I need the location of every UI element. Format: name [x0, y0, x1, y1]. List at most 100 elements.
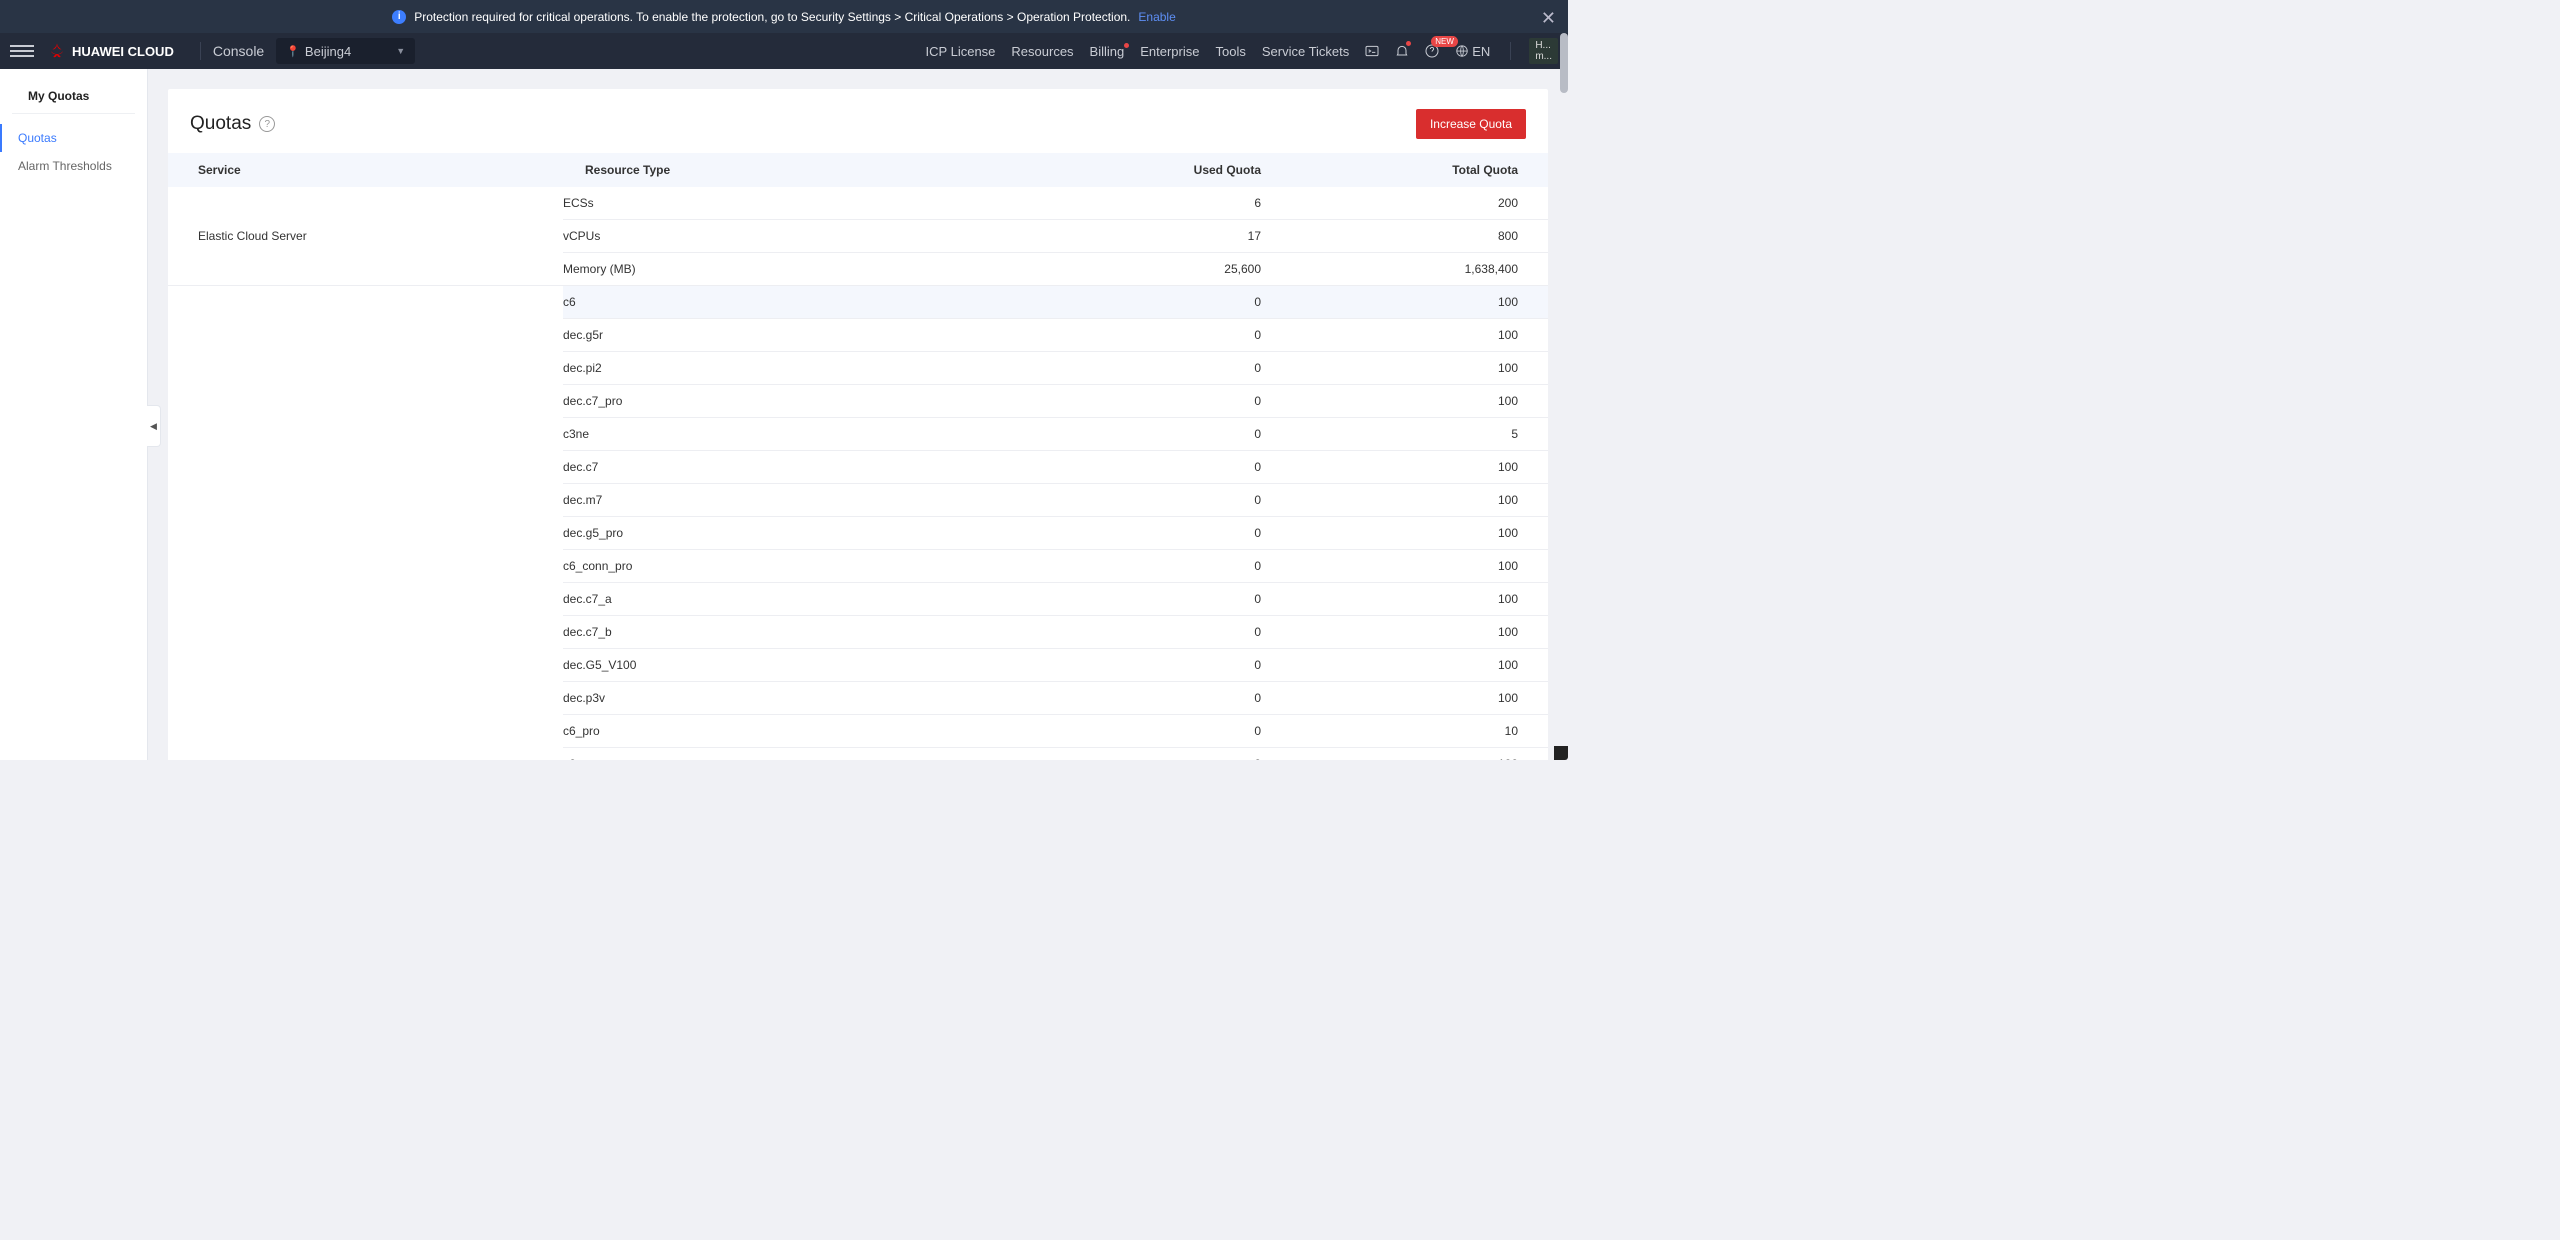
- table-row[interactable]: dec.m70100: [563, 484, 1548, 517]
- scrollbar-thumb[interactable]: [1560, 33, 1568, 93]
- table-row[interactable]: dec.c7_pro0100: [563, 385, 1548, 418]
- nav-resources[interactable]: Resources: [1011, 44, 1073, 59]
- service-cell: Elastic Cloud Server: [168, 187, 563, 285]
- user-menu[interactable]: H... m...: [1529, 38, 1558, 64]
- cell-total: 100: [1261, 385, 1526, 417]
- cell-used: 0: [1043, 550, 1261, 582]
- close-icon[interactable]: ✕: [1541, 8, 1556, 29]
- region-name: Beijing4: [305, 44, 351, 59]
- cell-total: 100: [1261, 649, 1526, 681]
- cell-resource: dec.p3v: [563, 682, 1043, 714]
- service-cell: [168, 286, 563, 760]
- cell-resource: dec.G5_V100: [563, 649, 1043, 681]
- table-row[interactable]: dec.c7_b0100: [563, 616, 1548, 649]
- cell-used: 0: [1043, 715, 1261, 747]
- cell-resource: c6_conn_pro: [563, 550, 1043, 582]
- cell-resource: dec.pi2: [563, 352, 1043, 384]
- table-row[interactable]: dec.c70100: [563, 451, 1548, 484]
- nav-billing[interactable]: Billing: [1090, 44, 1125, 59]
- cell-used: 0: [1043, 583, 1261, 615]
- table-group: c60100dec.g5r0100dec.pi20100dec.c7_pro01…: [168, 286, 1548, 760]
- nav-tools[interactable]: Tools: [1215, 44, 1245, 59]
- sidebar-item-alarm-thresholds[interactable]: Alarm Thresholds: [0, 152, 147, 180]
- table-row[interactable]: dec.G5_V1000100: [563, 649, 1548, 682]
- new-badge: NEW: [1431, 36, 1458, 47]
- help-icon[interactable]: NEW: [1423, 42, 1441, 60]
- nav-icp-license[interactable]: ICP License: [926, 44, 996, 59]
- cell-resource: dec.m7: [563, 484, 1043, 516]
- col-resource: Resource Type: [585, 153, 1065, 187]
- cell-total: 100: [1261, 286, 1526, 318]
- divider: [1510, 42, 1511, 60]
- cell-used: 0: [1043, 286, 1261, 318]
- cell-total: 10: [1261, 715, 1526, 747]
- globe-icon: [1455, 44, 1469, 58]
- notification-text: Protection required for critical operati…: [414, 10, 1130, 24]
- chevron-down-icon: ▼: [396, 46, 405, 56]
- cell-used: 6: [1043, 187, 1261, 219]
- table-header: Service Resource Type Used Quota Total Q…: [168, 153, 1548, 187]
- notification-enable-link[interactable]: Enable: [1138, 10, 1175, 24]
- table-row[interactable]: dec.pi20100: [563, 352, 1548, 385]
- cell-used: 0: [1043, 319, 1261, 351]
- cell-resource: Memory (MB): [563, 253, 1043, 285]
- cell-total: 100: [1261, 616, 1526, 648]
- divider: [200, 42, 201, 60]
- cell-total: 100: [1261, 484, 1526, 516]
- help-circle-icon[interactable]: ?: [259, 116, 275, 132]
- table-row[interactable]: dec.c7_a0100: [563, 583, 1548, 616]
- cell-total: 100: [1261, 550, 1526, 582]
- col-service: Service: [190, 153, 585, 187]
- cell-resource: dec.g5_pro: [563, 517, 1043, 549]
- cell-used: 0: [1043, 616, 1261, 648]
- console-label[interactable]: Console: [213, 43, 264, 59]
- main-content: Quotas ? Increase Quota Service Resource…: [148, 69, 1568, 760]
- scroll-corner: [1554, 746, 1568, 760]
- notification-dot-icon: [1124, 43, 1129, 48]
- table-row[interactable]: c6_pro010: [563, 715, 1548, 748]
- cell-total: 100: [1261, 517, 1526, 549]
- logo[interactable]: HUAWEI CLOUD HUAWEI: [48, 42, 174, 60]
- menu-icon[interactable]: [10, 45, 34, 57]
- cell-resource: dec.c7_b: [563, 616, 1043, 648]
- table-row[interactable]: s60100: [563, 748, 1548, 760]
- nav-enterprise[interactable]: Enterprise: [1140, 44, 1199, 59]
- cell-resource: vCPUs: [563, 220, 1043, 252]
- sidebar-item-quotas[interactable]: Quotas: [0, 124, 147, 152]
- user-line1: H...: [1535, 40, 1552, 51]
- cell-resource: c6_pro: [563, 715, 1043, 747]
- cell-resource: dec.g5r: [563, 319, 1043, 351]
- region-selector[interactable]: 📍 Beijing4 ▼: [276, 38, 415, 64]
- cell-resource: c6: [563, 286, 1043, 318]
- language-label: EN: [1472, 44, 1490, 59]
- table-row[interactable]: ECSs6200: [563, 187, 1548, 220]
- table-row[interactable]: c60100: [563, 286, 1548, 319]
- table-body: Elastic Cloud ServerECSs6200vCPUs17800Me…: [168, 187, 1548, 760]
- cell-total: 5: [1261, 418, 1526, 450]
- col-used: Used Quota: [1065, 153, 1261, 187]
- cell-resource: ECSs: [563, 187, 1043, 219]
- table-row[interactable]: dec.g5_pro0100: [563, 517, 1548, 550]
- cell-used: 0: [1043, 748, 1261, 760]
- table-row[interactable]: dec.g5r0100: [563, 319, 1548, 352]
- cell-total: 100: [1261, 583, 1526, 615]
- cell-total: 1,638,400: [1261, 253, 1526, 285]
- table-row[interactable]: c6_conn_pro0100: [563, 550, 1548, 583]
- cell-total: 100: [1261, 748, 1526, 760]
- nav-service-tickets[interactable]: Service Tickets: [1262, 44, 1349, 59]
- language-selector[interactable]: EN: [1455, 44, 1490, 59]
- cell-resource: dec.c7: [563, 451, 1043, 483]
- table-row[interactable]: Memory (MB)25,6001,638,400: [563, 253, 1548, 285]
- terminal-icon[interactable]: [1363, 42, 1381, 60]
- sidebar: My Quotas QuotasAlarm Thresholds: [0, 69, 148, 760]
- increase-quota-button[interactable]: Increase Quota: [1416, 109, 1526, 139]
- cell-used: 0: [1043, 484, 1261, 516]
- cell-used: 25,600: [1043, 253, 1261, 285]
- cell-used: 0: [1043, 682, 1261, 714]
- bell-icon[interactable]: [1393, 42, 1411, 60]
- table-row[interactable]: vCPUs17800: [563, 220, 1548, 253]
- table-row[interactable]: dec.p3v0100: [563, 682, 1548, 715]
- table-row[interactable]: c3ne05: [563, 418, 1548, 451]
- cell-total: 100: [1261, 682, 1526, 714]
- cell-total: 200: [1261, 187, 1526, 219]
